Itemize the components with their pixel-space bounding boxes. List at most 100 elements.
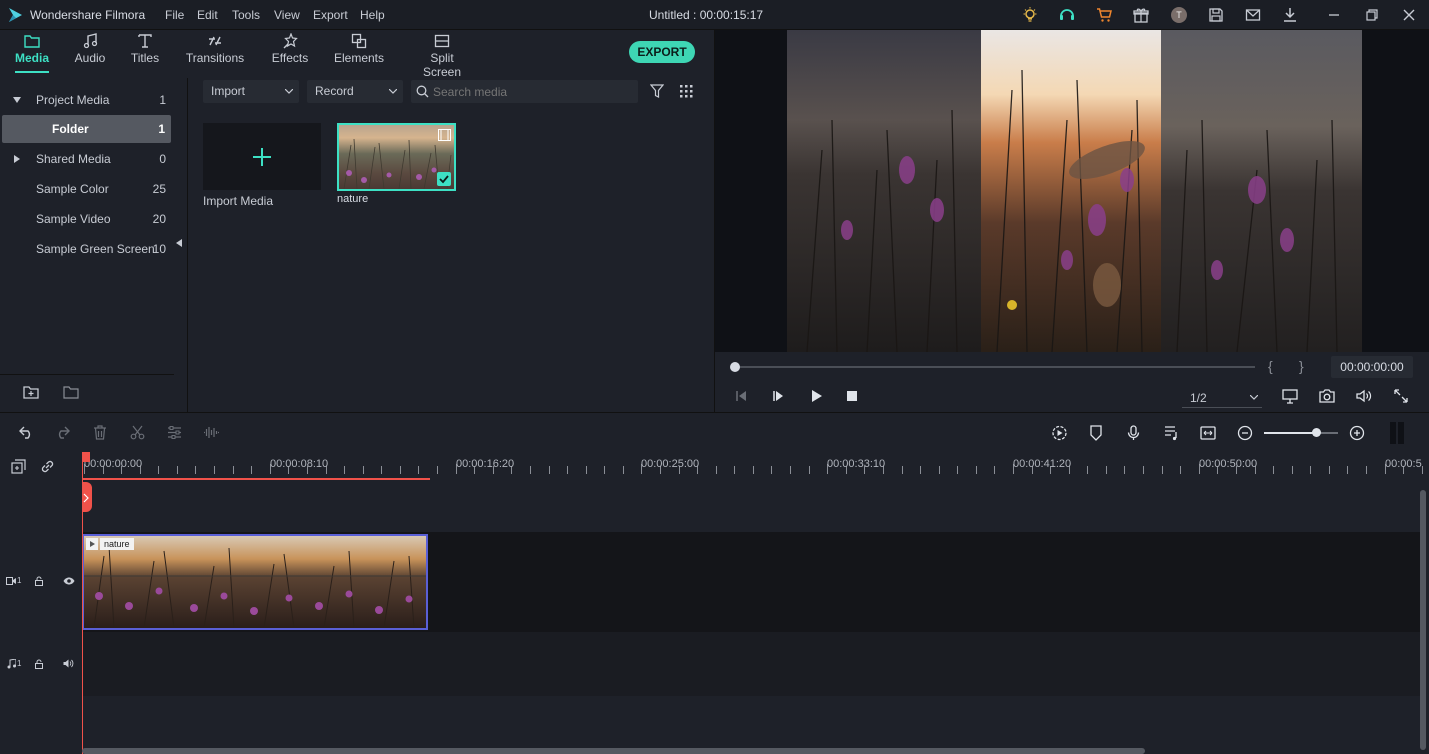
empty-track[interactable] (82, 480, 1422, 532)
volume-icon[interactable] (1356, 389, 1372, 403)
media-thumbnail-nature[interactable] (337, 123, 456, 191)
adjust-sliders-icon[interactable] (167, 425, 182, 440)
cart-icon[interactable] (1096, 7, 1112, 23)
menu-tools[interactable]: Tools (232, 8, 260, 22)
previous-frame-icon[interactable] (735, 390, 747, 402)
mark-out-button[interactable]: } (1299, 358, 1304, 374)
lock-icon[interactable] (35, 659, 43, 669)
import-dropdown[interactable]: Import (203, 80, 299, 103)
video-track-1[interactable]: nature (82, 532, 1422, 632)
ruler-tick (920, 466, 921, 474)
marker-shield-icon[interactable] (1089, 425, 1103, 441)
empty-track-bottom[interactable] (82, 696, 1422, 754)
display-settings-icon[interactable] (1282, 389, 1298, 404)
zoom-out-icon[interactable] (1237, 425, 1253, 441)
cut-scissors-icon[interactable] (130, 425, 145, 440)
restore-window-icon[interactable] (1364, 7, 1380, 23)
add-track-icon[interactable] (11, 459, 26, 474)
audio-waveform-icon[interactable] (203, 425, 219, 440)
ruler-tick (400, 466, 401, 474)
speaker-mute-toggle-icon[interactable] (63, 659, 74, 668)
selected-checkmark-icon (437, 172, 451, 186)
tab-elements[interactable]: Elements (333, 33, 385, 65)
zoom-in-icon[interactable] (1349, 425, 1365, 441)
tab-media[interactable]: Media (12, 33, 52, 73)
support-headset-icon[interactable] (1059, 7, 1075, 23)
gift-icon[interactable] (1133, 7, 1149, 23)
record-dropdown[interactable]: Record (307, 80, 403, 103)
sidebar-item-label: Sample Green Screen (36, 242, 155, 256)
ruler-tick (233, 466, 234, 474)
playhead-marker[interactable] (82, 452, 90, 462)
collapse-panel-icon[interactable] (176, 239, 182, 247)
redo-icon[interactable] (55, 426, 70, 439)
preview-video-frame[interactable] (787, 30, 1362, 352)
search-input[interactable] (433, 80, 633, 103)
menu-file[interactable]: File (165, 8, 184, 22)
undo-icon[interactable] (19, 426, 34, 439)
preview-scrubber-track[interactable] (735, 366, 1255, 368)
play-frame-icon[interactable] (772, 390, 784, 402)
audio-track-1[interactable] (82, 632, 1422, 696)
sidebar-item-sample-color[interactable]: Sample Color 25 (0, 175, 174, 203)
microphone-icon[interactable] (1127, 425, 1140, 441)
menu-edit[interactable]: Edit (197, 8, 218, 22)
mark-in-button[interactable]: { (1268, 358, 1273, 374)
sidebar-item-count: 1 (158, 122, 165, 136)
lightbulb-icon[interactable] (1022, 7, 1038, 23)
eye-visibility-icon[interactable] (63, 577, 75, 585)
sidebar-item-folder[interactable]: Folder 1 (2, 115, 171, 143)
vertical-scrollbar[interactable] (1420, 490, 1426, 750)
fit-timeline-icon[interactable] (1200, 426, 1216, 440)
snapshot-camera-icon[interactable] (1319, 389, 1335, 403)
import-dropdown-label: Import (211, 84, 246, 98)
sidebar-item-sample-video[interactable]: Sample Video 20 (0, 205, 174, 233)
playhead-handle[interactable] (82, 482, 92, 512)
tab-titles[interactable]: Titles (127, 33, 163, 65)
horizontal-scrollbar[interactable] (82, 748, 1145, 754)
save-icon[interactable] (1208, 7, 1224, 23)
export-button[interactable]: EXPORT (629, 41, 695, 63)
play-icon[interactable] (810, 390, 822, 402)
zoom-slider-handle[interactable] (1312, 428, 1321, 437)
track-headers: 1 1 (0, 452, 82, 754)
voiceover-list-icon[interactable] (1164, 425, 1179, 441)
import-media-tile[interactable] (203, 123, 321, 190)
minimize-icon[interactable] (1326, 7, 1342, 23)
link-icon[interactable] (40, 459, 55, 474)
pause-bars-icon[interactable] (1390, 422, 1404, 444)
stop-icon[interactable] (847, 391, 857, 401)
folder-outline-icon[interactable] (63, 385, 79, 399)
tab-effects[interactable]: Effects (270, 33, 310, 65)
close-window-icon[interactable] (1401, 7, 1417, 23)
app-name: Wondershare Filmora (30, 8, 146, 22)
tab-transitions[interactable]: Transitions (185, 33, 245, 65)
sidebar-item-shared-media[interactable]: Shared Media 0 (0, 145, 174, 173)
video-track-number: 1 (17, 576, 22, 585)
grid-view-icon[interactable] (680, 85, 693, 98)
download-icon[interactable] (1282, 7, 1298, 23)
filter-icon[interactable] (650, 84, 664, 98)
tab-media-label: Media (14, 51, 49, 65)
menu-export[interactable]: Export (313, 8, 348, 22)
sidebar-item-label: Folder (52, 122, 89, 136)
fullscreen-icon[interactable] (1394, 389, 1408, 403)
lock-icon[interactable] (35, 576, 43, 586)
timeline-clip-nature[interactable]: nature (82, 534, 428, 630)
menu-view[interactable]: View (274, 8, 300, 22)
ruler-label-7: 00:00:5 (1385, 458, 1422, 470)
preview-scrubber-handle[interactable] (730, 362, 740, 372)
mail-icon[interactable] (1245, 7, 1261, 23)
search-media-field[interactable] (411, 80, 638, 103)
render-preview-icon[interactable] (1051, 425, 1068, 441)
delete-trash-icon[interactable] (93, 425, 107, 440)
sidebar-item-sample-green-screen[interactable]: Sample Green Screen 10 (0, 235, 174, 263)
menu-help[interactable]: Help (360, 8, 385, 22)
sidebar-item-project-media[interactable]: Project Media 1 (0, 86, 174, 114)
tab-audio[interactable]: Audio (72, 33, 108, 65)
user-avatar[interactable]: T (1171, 7, 1187, 23)
media-library-sidebar: Project Media 1 Folder 1 Shared Media 0 … (0, 84, 174, 374)
playback-quality-select[interactable]: 1/2 (1182, 386, 1262, 408)
tab-split-screen[interactable]: Split Screen (410, 33, 474, 79)
new-folder-icon[interactable] (23, 385, 39, 399)
